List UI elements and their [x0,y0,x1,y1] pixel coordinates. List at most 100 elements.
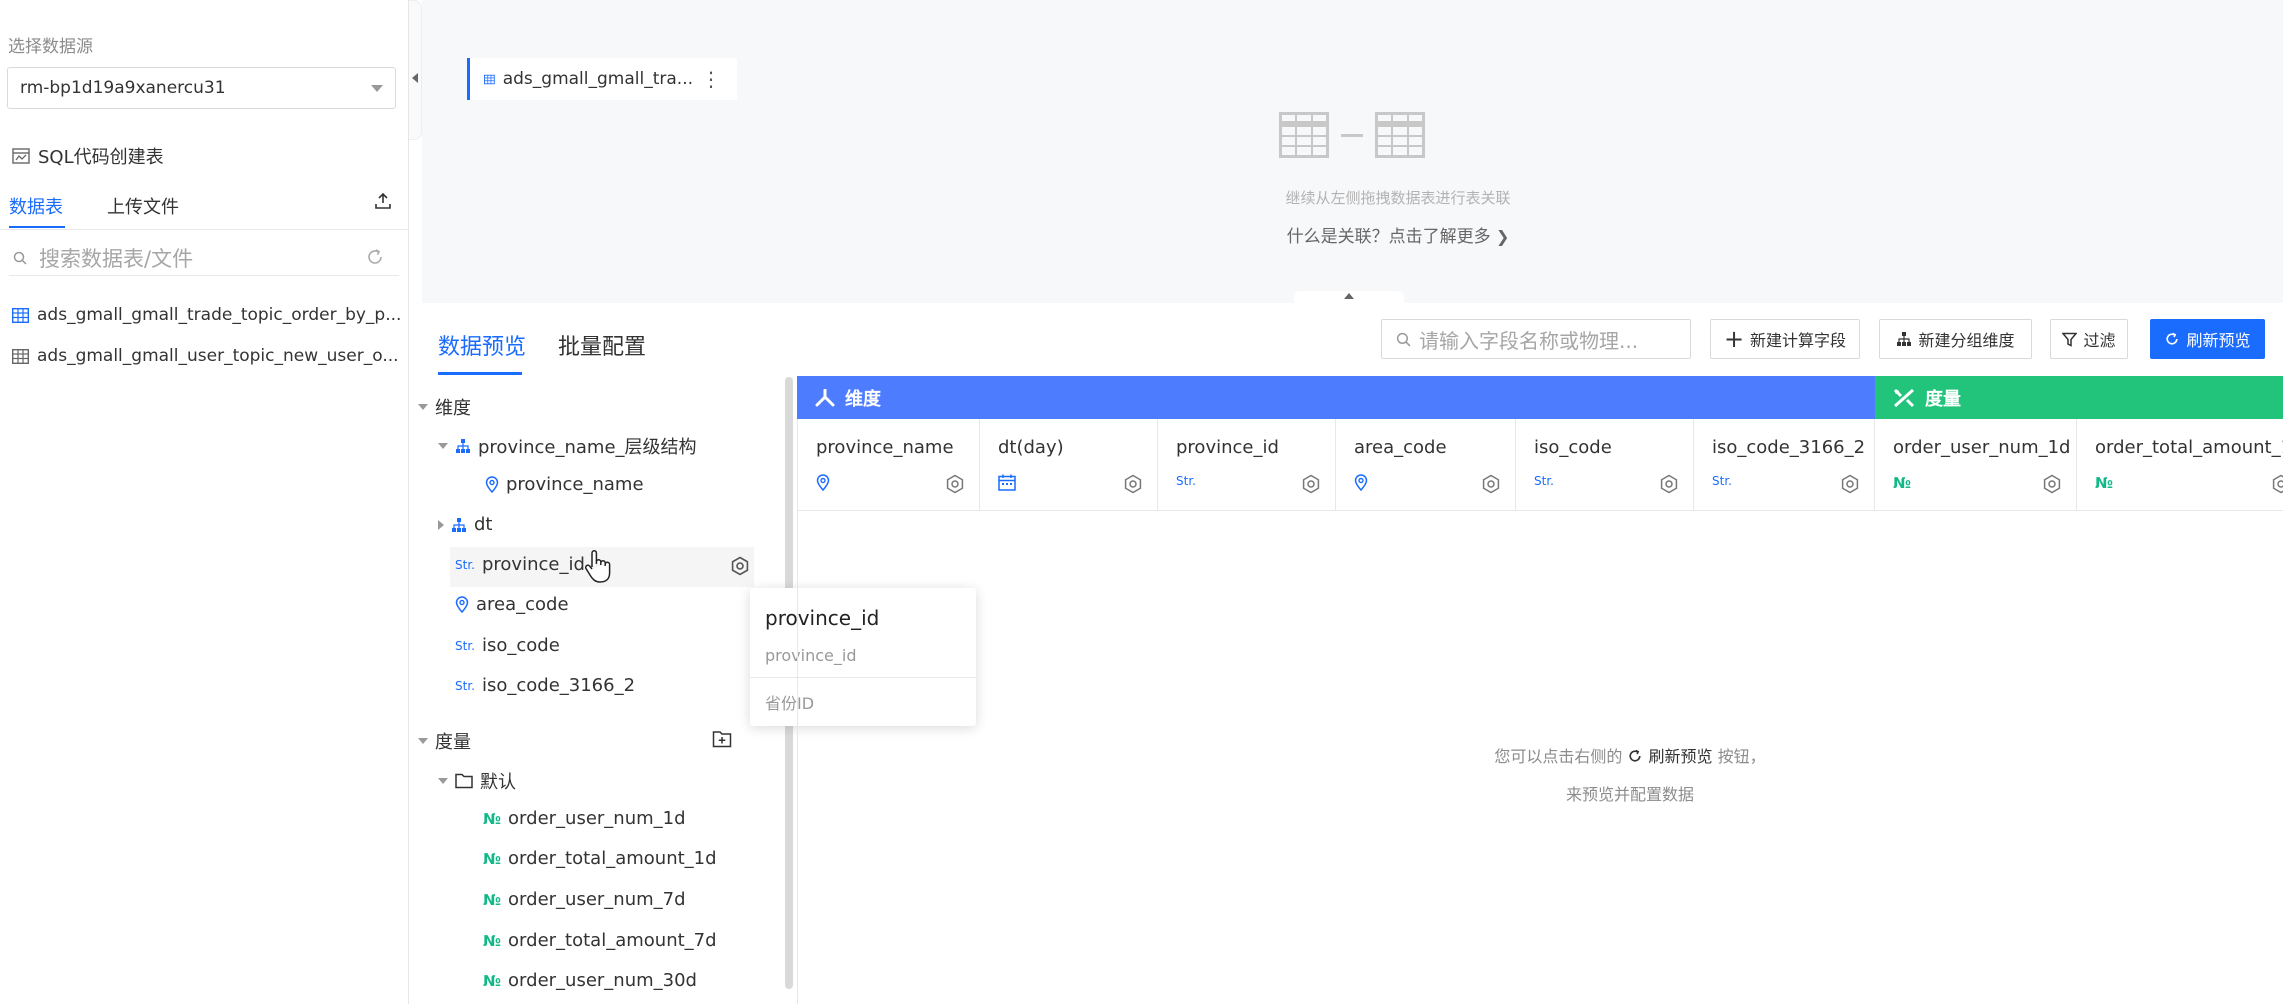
gear-icon[interactable] [1840,474,1860,494]
search-icon [13,251,27,265]
tree-folder-default[interactable]: 默认 [438,768,516,794]
chevron-up-icon[interactable] [1344,293,1354,299]
datasource-select[interactable]: rm-bp1d19a9xanercu31 [7,67,396,109]
new-calc-field-label: 新建计算字段 [1750,331,1847,350]
tree-group-dimensions[interactable]: 维度 [418,394,471,420]
datasource-label: 选择数据源 [8,37,93,57]
gear-icon[interactable] [1659,474,1679,494]
more-vertical-icon[interactable]: ⋮ [701,69,721,89]
measure-item[interactable]: № order_user_num_1d [483,808,686,829]
column-name: iso_code_3166_2 [1712,437,1866,458]
refresh-icon [2166,332,2179,345]
refresh-preview-label: 刷新预览 [2186,331,2251,350]
measure-item[interactable]: № order_total_amount_7d [483,930,717,951]
column-header[interactable]: province_id Str. [1158,419,1336,511]
field-search-input[interactable]: 请输入字段名称或物理... [1381,319,1691,359]
string-type-icon: Str. [1176,474,1196,488]
sql-icon [12,148,30,164]
filter-icon [2062,332,2078,347]
field-tooltip: province_id province_id 省份ID [750,588,976,726]
field-label: iso_code_3166_2 [481,675,636,696]
column-header[interactable]: province_name [798,419,980,511]
tooltip-description: 省份ID [765,694,815,713]
field-item[interactable]: area_code [455,594,569,615]
caret-down-icon [418,404,428,410]
tree-dt[interactable]: dt [438,514,492,535]
plus-icon: + [1723,325,1745,353]
column-header[interactable]: order_total_amount_1d № [2077,419,2283,511]
sql-create-table-button[interactable]: SQL代码创建表 [12,143,164,169]
field-item[interactable]: Str. iso_code [455,635,560,656]
join-hint: 继续从左侧拖拽数据表进行表关联 [1285,189,1511,207]
refresh-preview-button[interactable]: 刷新预览 [2150,319,2265,359]
gear-icon[interactable] [1123,474,1143,494]
tree-group-measures[interactable]: 度量 [418,728,471,754]
column-name: dt(day) [998,437,1064,458]
divider [0,229,409,230]
search-icon [1396,332,1411,346]
gear-icon[interactable] [1301,474,1321,494]
learn-more-link[interactable]: 什么是关联？点击了解更多 ❯ [1218,222,1578,247]
gear-icon[interactable] [2042,474,2062,494]
measure-band: 度量 [1875,376,2283,419]
caret-right-icon [438,519,444,530]
field-item[interactable]: Str. iso_code_3166_2 [455,675,635,696]
column-header[interactable]: area_code [1336,419,1516,511]
empty-hint-button-name: 刷新预览 [1648,747,1713,766]
tab-tables[interactable]: 数据表 [9,193,63,219]
field-item[interactable]: province_name [485,474,644,495]
gear-icon[interactable] [2271,474,2283,494]
measure-item[interactable]: № order_user_num_30d [483,970,697,991]
join-illustration [1279,112,1425,158]
tree-hierarchy[interactable]: province_name_层级结构 [438,433,697,459]
field-label: iso_code [481,635,560,656]
table-search-input[interactable]: 搜索数据表/文件 [9,240,399,276]
folder-icon [455,773,473,789]
tab-data-preview[interactable]: 数据预览 [438,329,526,361]
table-item[interactable]: ads_gmall_gmall_user_topic_new_user_o... [12,346,399,366]
field-label: area_code [476,594,569,615]
new-group-dim-button[interactable]: 新建分组维度 [1879,319,2032,359]
tab-upload[interactable]: 上传文件 [107,193,179,219]
measure-icon [1893,388,1915,407]
sql-create-label: SQL代码创建表 [38,147,164,168]
filter-label: 过滤 [2083,331,2116,350]
add-folder-icon[interactable] [712,730,732,748]
table-icon [484,74,495,84]
field-label: province_id [481,554,585,575]
gear-icon[interactable] [945,474,965,494]
number-type-icon: № [483,931,502,950]
column-name: iso_code [1534,437,1612,458]
tab-underline [438,372,522,375]
hierarchy-icon [1897,332,1912,346]
tooltip-physical-name: province_id [765,646,857,665]
column-name: area_code [1354,437,1447,458]
column-header[interactable]: iso_code Str. [1516,419,1694,511]
table-item[interactable]: ads_gmall_gmall_trade_topic_order_by_p..… [12,305,401,325]
column-header[interactable]: dt(day) [980,419,1158,511]
measure-item[interactable]: № order_user_num_7d [483,889,686,910]
canvas-table-node[interactable]: ads_gmall_gmall_tra... ⋮ [467,58,737,100]
new-calc-field-button[interactable]: + 新建计算字段 [1710,319,1860,359]
column-header[interactable]: iso_code_3166_2 Str. [1694,419,1875,511]
filter-button[interactable]: 过滤 [2050,319,2128,359]
gear-icon[interactable] [730,556,750,576]
refresh-icon[interactable] [365,247,385,267]
table-icon [12,307,29,323]
canvas-table-label: ads_gmall_gmall_tra... [502,69,693,89]
measure-item[interactable]: № order_total_amount_1d [483,848,717,869]
chevron-left-icon[interactable] [412,73,418,83]
column-name: province_name [816,437,954,458]
tab-batch-config[interactable]: 批量配置 [558,329,646,361]
column-header[interactable]: order_user_num_1d № [1875,419,2077,511]
gear-icon[interactable] [1481,474,1501,494]
measure-label: order_user_num_30d [508,970,697,991]
sidebar-collapse-handle[interactable] [409,0,422,140]
folder-label: 默认 [480,772,516,793]
upload-icon[interactable] [374,192,392,210]
location-pin-icon [816,474,830,491]
table-name: ads_gmall_gmall_trade_topic_order_by_p..… [37,305,402,325]
datasource-value: rm-bp1d19a9xanercu31 [20,78,226,98]
number-type-icon: № [1893,474,1912,492]
field-item[interactable]: Str. province_id [455,554,585,575]
